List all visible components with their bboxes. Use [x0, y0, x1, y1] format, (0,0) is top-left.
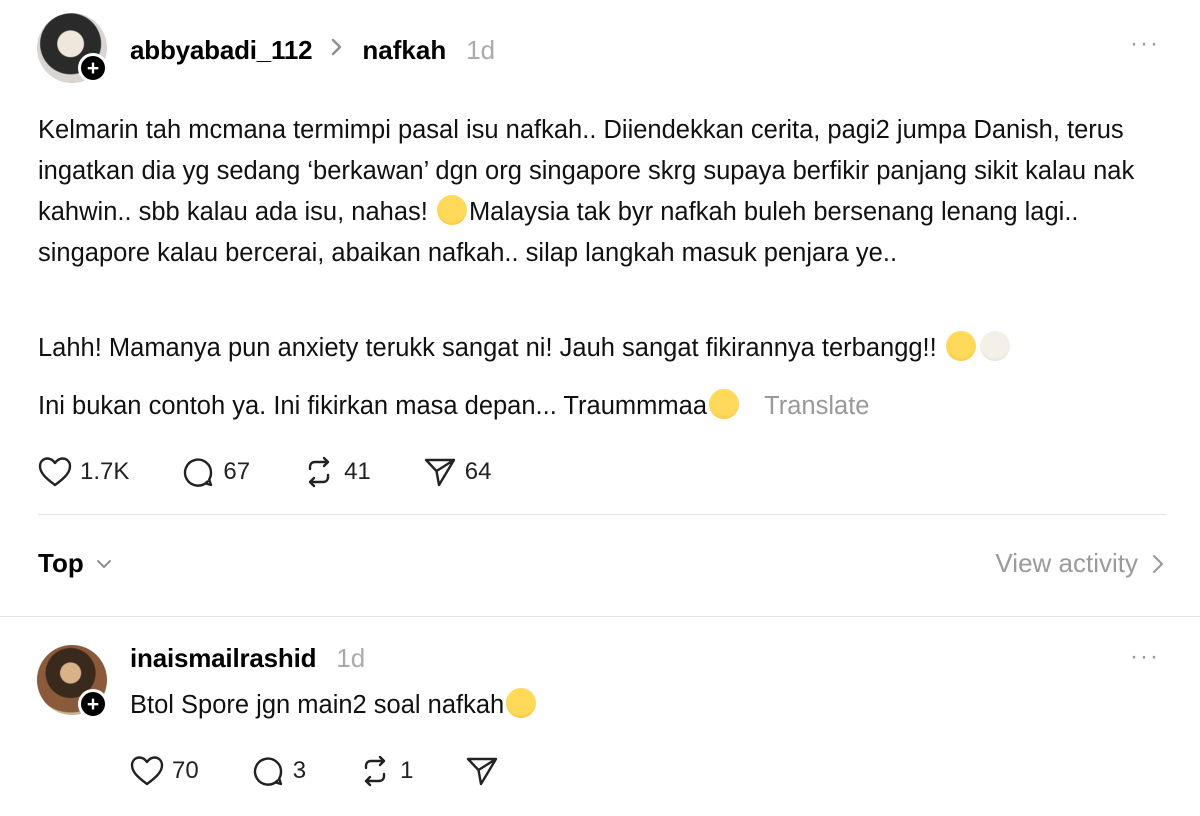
heart-icon [38, 457, 72, 487]
grinning-emoji-icon [506, 688, 537, 718]
post-text-3: Ini bukan contoh ya. Ini fikirkan masa d… [38, 392, 708, 420]
reply-repost-count: 1 [400, 757, 414, 784]
section-divider [0, 616, 1200, 617]
repost-count: 41 [344, 458, 371, 485]
share-icon [467, 757, 498, 786]
translate-link[interactable]: Translate [764, 392, 869, 420]
confounded-emoji-icon [945, 331, 976, 361]
comment-button[interactable]: 67 [181, 456, 250, 488]
post-paragraph-2: Lahh! Mamanya pun anxiety terukk sangat … [38, 328, 1168, 369]
share-icon [424, 458, 455, 487]
reply-comment-count: 3 [292, 757, 307, 784]
like-count: 1.7K [80, 458, 130, 485]
comment-count: 67 [223, 458, 251, 485]
repost-icon [308, 456, 330, 488]
reply-time: 1d [336, 643, 366, 673]
post-header: abbyabadi_112 nafkah 1d [130, 30, 495, 70]
crying-emoji-icon [709, 389, 740, 419]
chevron-right-icon [330, 36, 344, 64]
username[interactable]: abbyabadi_112 [130, 35, 313, 66]
sort-dropdown[interactable]: Top [38, 548, 112, 579]
follow-plus-icon[interactable]: + [78, 53, 108, 83]
chevron-right-icon [1152, 554, 1164, 573]
hand-over-mouth-emoji-icon [436, 195, 467, 225]
reply-share-button[interactable] [465, 755, 499, 787]
divider [38, 514, 1166, 515]
comment-icon [253, 757, 282, 786]
post-actions: 1.7K 67 41 64 [38, 456, 543, 488]
post-paragraph-1: Kelmarin tah mcmana termimpi pasal isu n… [38, 110, 1168, 274]
view-activity-link[interactable]: View activity [995, 548, 1164, 579]
reply-header: inaismailrashid 1d [130, 643, 365, 674]
chevron-down-icon [96, 559, 111, 568]
repost-button[interactable]: 41 [302, 456, 371, 488]
reply-like-button[interactable]: 70 [130, 755, 199, 787]
share-count: 64 [464, 458, 492, 485]
share-button[interactable]: 64 [423, 456, 492, 488]
heart-icon [130, 756, 164, 786]
reply-more-icon[interactable]: ··· [1130, 643, 1160, 671]
post-time: 1d [466, 34, 496, 65]
like-button[interactable]: 1.7K [38, 456, 129, 488]
reply-text-content: Btol Spore jgn main2 soal nafkah [130, 691, 505, 719]
reply-actions: 70 3 1 [130, 755, 551, 787]
topic-tag[interactable]: nafkah [362, 35, 446, 66]
repost-icon [364, 755, 386, 787]
sort-label: Top [38, 548, 84, 578]
reply-comment-button[interactable]: 3 [251, 755, 306, 787]
face-emoji-icon [979, 331, 1010, 361]
reply-text: Btol Spore jgn main2 soal nafkah [130, 685, 538, 726]
reply-like-count: 70 [172, 757, 199, 784]
comment-icon [184, 458, 213, 487]
more-icon[interactable]: ··· [1130, 30, 1160, 58]
post-paragraph-3: Ini bukan contoh ya. Ini fikirkan masa d… [38, 386, 1168, 427]
reply-follow-plus-icon[interactable]: + [78, 689, 108, 719]
post-text-2: Lahh! Mamanya pun anxiety terukk sangat … [38, 334, 937, 362]
reply-repost-button[interactable]: 1 [358, 755, 413, 787]
reply-username[interactable]: inaismailrashid [130, 643, 317, 674]
view-activity-label: View activity [995, 548, 1138, 578]
